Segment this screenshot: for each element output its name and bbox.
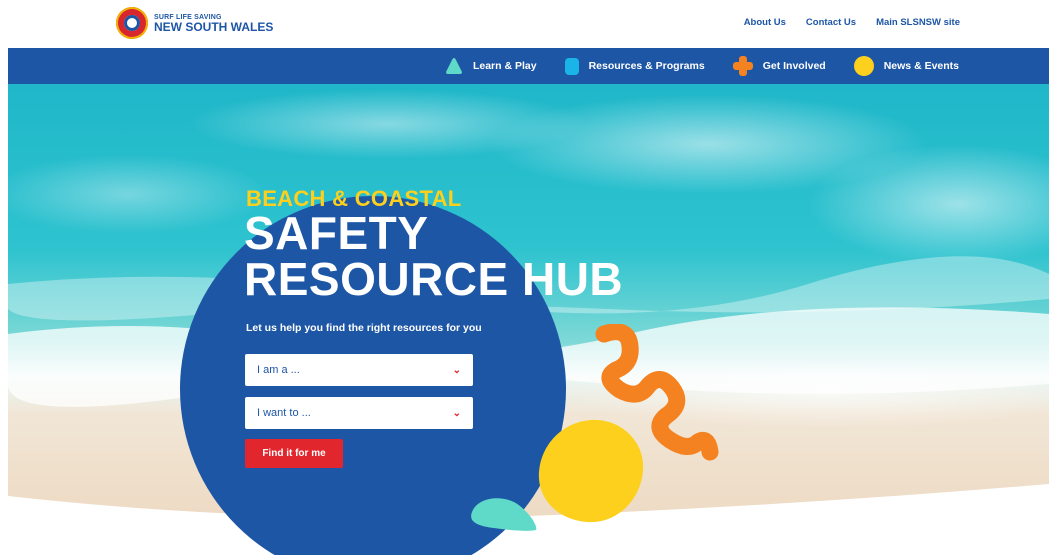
main-site-link[interactable]: Main SLSNSW site [876,17,960,28]
chevron-down-icon: ⌄ [452,407,461,419]
top-bar: SURF LIFE SAVING NEW SOUTH WALES About U… [0,0,1049,48]
goal-select-value: I want to ... [257,407,311,419]
plus-icon [732,56,753,76]
nav-label: News & Events [883,60,959,72]
find-it-button[interactable]: Find it for me [245,439,343,468]
nav-label: Get Involved [762,60,826,72]
square-icon [564,57,579,75]
logo-badge-icon [116,7,148,39]
nav-item-resources-programs[interactable]: Resources & Programs [564,57,705,75]
nav-item-learn-play[interactable]: Learn & Play [445,57,537,75]
about-us-link[interactable]: About Us [744,17,786,28]
triangle-icon [445,58,462,74]
nav-item-get-involved[interactable]: Get Involved [732,56,826,76]
nav-item-news-events[interactable]: News & Events [853,56,959,76]
hero-title-line2: RESOURCE HUB [244,253,624,305]
teal-drop-icon [471,498,537,531]
logo-line2: NEW SOUTH WALES [154,19,274,34]
circle-icon [853,56,874,76]
logo-text: SURF LIFE SAVING NEW SOUTH WALES [154,14,273,33]
hero-title-line1: SAFETY [244,207,429,259]
chevron-down-icon: ⌄ [452,364,461,376]
utility-nav: About Us Contact Us Main SLSNSW site [744,17,960,28]
hero-section: BEACH & COASTAL SAFETY RESOURCE HUB Let … [8,84,1049,555]
nav-label: Resources & Programs [588,60,705,72]
main-nav: Learn & Play Resources & Programs Get In… [8,48,1049,84]
goal-select[interactable]: I want to ... ⌄ [245,397,473,429]
site-logo[interactable]: SURF LIFE SAVING NEW SOUTH WALES [116,6,273,40]
yellow-blob-icon [538,419,644,523]
hero-tagline: Let us help you find the right resources… [246,322,482,334]
contact-us-link[interactable]: Contact Us [806,17,856,28]
role-select[interactable]: I am a ... ⌄ [245,354,473,386]
role-select-value: I am a ... [257,364,300,376]
nav-label: Learn & Play [472,60,537,72]
